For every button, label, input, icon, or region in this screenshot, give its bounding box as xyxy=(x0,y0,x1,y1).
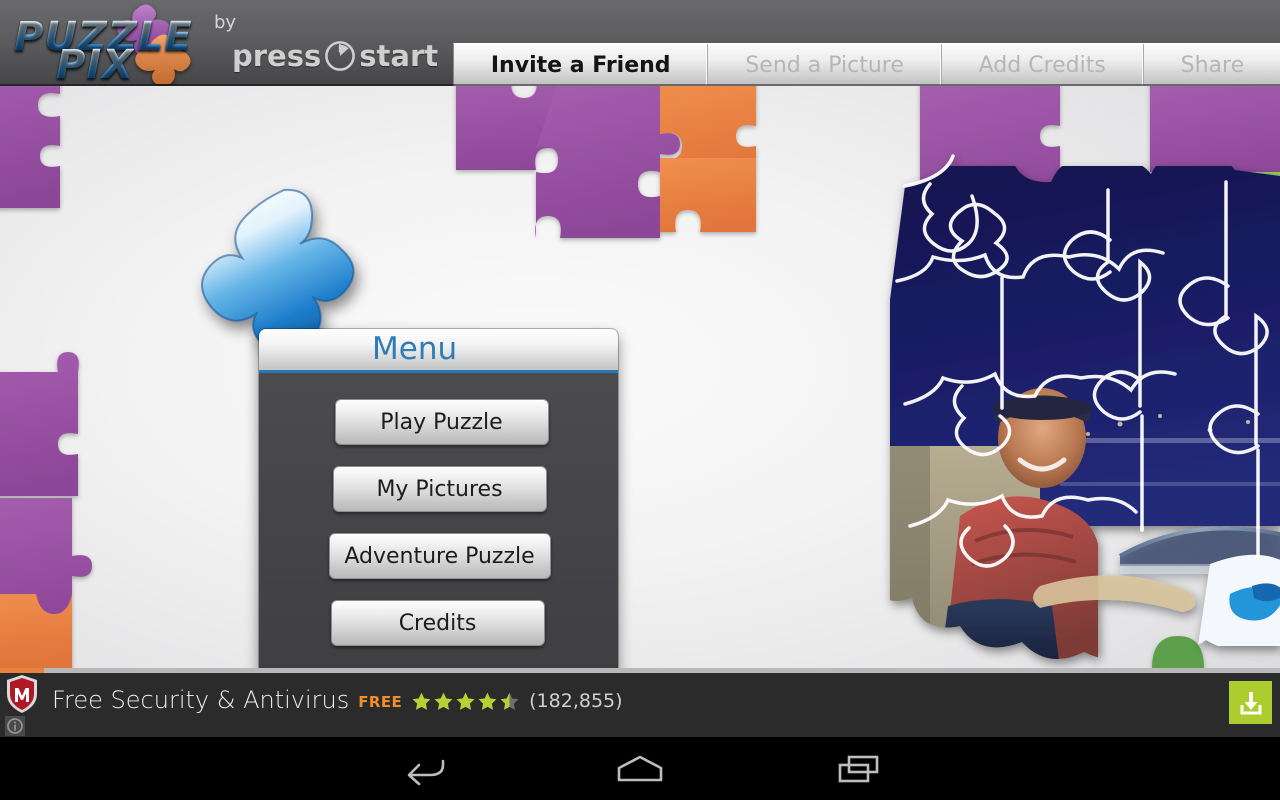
page-title: Menu xyxy=(372,331,458,367)
recent-apps-button[interactable] xyxy=(796,737,920,800)
adventure-puzzle-button[interactable]: Adventure Puzzle xyxy=(328,533,551,579)
ad-top-divider xyxy=(0,668,1280,673)
ad-download-button[interactable] xyxy=(1229,681,1272,724)
android-navigation-bar xyxy=(0,737,1280,800)
star-icon xyxy=(434,692,453,710)
photo-puzzle[interactable] xyxy=(0,86,1280,668)
app-screen: PUZZLE PIX by press start Invite a Frien… xyxy=(0,0,1280,800)
back-button[interactable] xyxy=(362,737,486,800)
back-arrow-icon xyxy=(407,759,445,785)
menu-button-list: Play Puzzle My Pictures Adventure Puzzle… xyxy=(259,373,618,668)
tab-invite-a-friend[interactable]: Invite a Friend xyxy=(454,44,709,86)
logo-text-pix: PIX xyxy=(56,42,135,86)
press-start-circle-icon xyxy=(325,41,356,71)
ad-banner[interactable]: Free Security & Antivirus FREE (182,855) xyxy=(0,668,1280,737)
ad-review-count: (182,855) xyxy=(529,690,623,712)
publisher-text-press: press xyxy=(232,39,322,73)
ad-title: Free Security & Antivirus xyxy=(52,686,350,714)
ad-price-badge: FREE xyxy=(358,692,403,711)
star-icon xyxy=(456,692,475,710)
my-pictures-button[interactable]: My Pictures xyxy=(332,466,547,512)
tab-add-credits[interactable]: Add Credits xyxy=(942,44,1144,86)
publisher-logo: press start xyxy=(232,38,438,74)
play-puzzle-button[interactable]: Play Puzzle xyxy=(334,399,549,445)
credits-button[interactable]: Credits xyxy=(330,600,545,646)
mcafee-shield-icon xyxy=(7,675,37,713)
blue-puzzle-piece-cursor[interactable] xyxy=(0,86,1280,668)
app-header: PUZZLE PIX by press start Invite a Frien… xyxy=(0,0,1280,86)
star-icon xyxy=(478,692,497,710)
ad-top-divider-accent xyxy=(0,668,44,673)
star-icon xyxy=(412,692,431,710)
home-button[interactable] xyxy=(578,737,702,800)
game-stage: Menu Play Puzzle My Pictures Adventure P… xyxy=(0,86,1280,668)
ad-text-row: Free Security & Antivirus FREE (182,855) xyxy=(52,676,623,724)
download-icon xyxy=(1240,691,1261,714)
by-label: by xyxy=(214,12,237,33)
rating-stars xyxy=(411,691,520,712)
star-half-icon xyxy=(500,692,519,710)
home-pentagon-icon xyxy=(617,755,663,781)
recent-apps-icon xyxy=(838,755,879,782)
tab-share[interactable]: Share xyxy=(1144,44,1280,86)
menu-title-bar: Menu xyxy=(259,329,618,373)
main-menu-panel: Menu Play Puzzle My Pictures Adventure P… xyxy=(259,329,618,668)
top-tab-bar: Invite a Friend Send a Picture Add Credi… xyxy=(453,43,1280,86)
background-puzzle-pieces xyxy=(0,86,1280,668)
tab-send-a-picture[interactable]: Send a Picture xyxy=(708,44,942,86)
app-logo: PUZZLE PIX xyxy=(8,0,198,86)
publisher-text-start: start xyxy=(359,39,439,73)
info-icon[interactable] xyxy=(5,716,25,736)
